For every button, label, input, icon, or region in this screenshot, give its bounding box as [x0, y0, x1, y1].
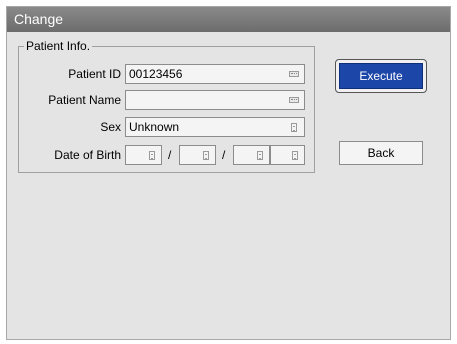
dob-separator: / [168, 148, 172, 162]
keyboard-icon[interactable] [289, 97, 299, 103]
list-icon [292, 151, 298, 160]
back-button[interactable]: Back [339, 141, 423, 165]
patient-id-label: Patient ID [68, 67, 121, 81]
patient-id-field[interactable]: 00123456 [125, 64, 305, 84]
patient-name-label: Patient Name [48, 93, 121, 107]
date-of-birth-label: Date of Birth [54, 148, 121, 162]
sex-select[interactable]: Unknown [125, 117, 305, 137]
dob-day-field[interactable] [233, 145, 270, 165]
sex-value: Unknown [129, 120, 180, 134]
window-title: Change [7, 7, 450, 32]
list-icon [257, 151, 263, 160]
list-icon [203, 151, 209, 160]
dob-extra-field[interactable] [270, 145, 305, 165]
patient-name-field[interactable] [125, 90, 305, 110]
execute-button[interactable]: Execute [339, 63, 423, 89]
keyboard-icon[interactable] [289, 71, 299, 77]
list-icon [149, 151, 155, 160]
dob-year-field[interactable] [125, 145, 162, 165]
list-icon [291, 123, 297, 132]
dob-separator: / [222, 148, 226, 162]
patient-id-value: 00123456 [129, 67, 183, 81]
dob-month-field[interactable] [179, 145, 216, 165]
patient-info-label: Patient Info. [24, 39, 93, 53]
sex-label: Sex [100, 120, 121, 134]
